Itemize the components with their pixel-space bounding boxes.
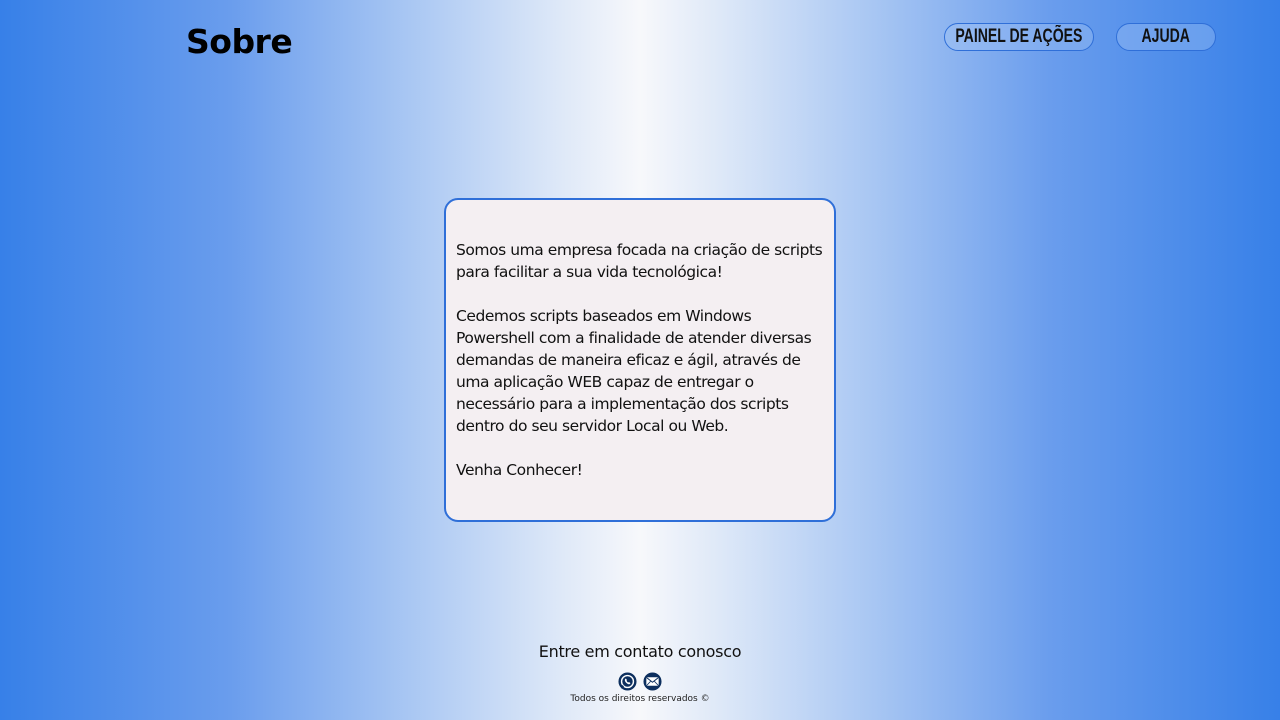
contact-label: Entre em contato conosco bbox=[538, 642, 742, 661]
ajuda-label: AJUDA bbox=[1141, 26, 1191, 47]
copyright-text: Todos os direitos reservados © bbox=[570, 694, 710, 704]
whatsapp-icon[interactable] bbox=[618, 672, 637, 691]
about-paragraph-cta: Venha Conhecer! bbox=[456, 461, 583, 479]
about-paragraph-intro: Somos uma empresa focada na criação de s… bbox=[456, 241, 823, 281]
email-icon[interactable] bbox=[643, 672, 662, 691]
about-paragraph-details: Cedemos scripts baseados em Windows Powe… bbox=[456, 307, 812, 435]
ajuda-button[interactable]: AJUDA bbox=[1116, 23, 1216, 51]
footer: Entre em contato conosco Todos os direit… bbox=[0, 640, 1280, 705]
page-title: Sobre bbox=[186, 22, 293, 61]
painel-de-acoes-label: PAINEL DE AÇÕES bbox=[955, 26, 1083, 47]
about-card: Somos uma empresa focada na criação de s… bbox=[444, 198, 836, 522]
contact-icons bbox=[0, 672, 1280, 692]
painel-de-acoes-button[interactable]: PAINEL DE AÇÕES bbox=[944, 23, 1094, 51]
